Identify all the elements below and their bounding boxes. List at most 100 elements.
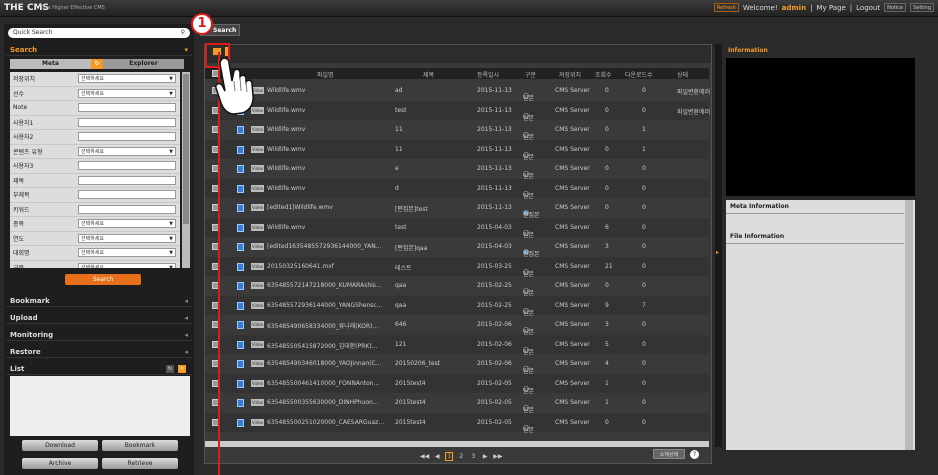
info-scrollbar[interactable] (905, 200, 913, 450)
setting-button[interactable]: Setting (910, 3, 934, 12)
info-icon[interactable] (237, 379, 244, 388)
list-delete-icon[interactable]: ✕ (178, 365, 186, 373)
table-row[interactable]: Video 635485572147218000_KUMARAshis… qaa 20… (205, 276, 709, 297)
last-page-button[interactable]: ▶▶ (493, 453, 502, 460)
field-input[interactable] (78, 161, 176, 171)
mypage-link[interactable]: My Page (816, 4, 845, 12)
bookmark-button[interactable]: Bookmark (102, 440, 178, 451)
page-1[interactable]: 1 (445, 452, 454, 461)
col-status[interactable]: 상태 (677, 70, 688, 79)
search-icon[interactable]: ⚲ (181, 28, 185, 38)
table-row[interactable]: Video Wildlife.wmv test 2015-04-03 원본 CMS Ser… (205, 217, 709, 239)
chevron-down-icon[interactable]: ▾ (184, 45, 188, 56)
prev-page-button[interactable]: ◀ (433, 453, 441, 460)
table-row[interactable]: Video Wildlife.wmv e 2015-11-13 원본 CMS Server… (205, 159, 709, 180)
list-box[interactable] (10, 376, 190, 436)
download-button[interactable]: Download (22, 440, 98, 451)
field-input[interactable] (78, 190, 176, 200)
info-icon[interactable] (237, 360, 244, 368)
table-row[interactable]: Video 20150325160641.mxf 테스트 2015-03-25 원본 CM… (205, 256, 709, 278)
cell-views: 1 (605, 399, 609, 406)
sidebar-item-monitoring[interactable]: Monitoring ◂ (6, 330, 192, 341)
info-icon[interactable] (237, 204, 244, 212)
first-page-button[interactable]: ◀◀ (420, 453, 429, 460)
file-info-header[interactable]: File Information (726, 230, 904, 244)
field-select[interactable]: 선택하세요 ▼ (78, 248, 176, 258)
field-input[interactable] (78, 117, 176, 127)
info-icon[interactable] (237, 321, 244, 329)
retrieve-button[interactable]: Retrieve (102, 458, 178, 469)
notice-button[interactable]: Notice (884, 3, 907, 12)
next-page-button[interactable]: ▶ (481, 453, 489, 460)
table-row[interactable]: Video Wildlife.wmv ad 2015-11-13 원본 CMS Serve… (205, 81, 710, 102)
table-row[interactable]: Video 635485572936144000_YANGShensc… qaa 20… (205, 295, 709, 317)
search-field-row: 키워드 (10, 203, 180, 217)
info-icon[interactable] (237, 165, 244, 173)
info-icon[interactable] (237, 243, 244, 251)
field-input[interactable] (78, 175, 176, 185)
status-button[interactable]: 소재상태 (653, 449, 685, 459)
search-button[interactable]: Search (65, 274, 141, 285)
field-select[interactable]: 선택하세요 ▼ (78, 88, 176, 98)
col-date[interactable]: 등록일시 (477, 70, 499, 79)
table-row[interactable]: Video 635485500355630000_DINHPhuon… 2015te… (205, 393, 709, 414)
col-views[interactable]: 조회수 (595, 70, 612, 79)
tab-explorer[interactable]: Explorer (103, 59, 184, 69)
info-icon[interactable] (237, 184, 244, 193)
welcome-text: Welcome! (742, 3, 778, 12)
table-row[interactable]: Video [edited1635485572936144000_YAN… [편집본… (205, 237, 709, 258)
quick-search-input[interactable]: Quick Search ⚲ (8, 28, 190, 38)
fields-scrollbar[interactable] (182, 72, 190, 268)
col-type[interactable]: 구분 (525, 70, 536, 79)
field-input[interactable] (78, 132, 176, 142)
refresh-icon[interactable]: ↻ (91, 59, 103, 69)
info-icon[interactable] (237, 282, 244, 290)
search-section-header[interactable]: Search ▾ (6, 45, 192, 56)
col-title[interactable]: 제목 (423, 70, 434, 79)
sidebar-item-restore[interactable]: Restore ◂ (6, 347, 192, 358)
logout-link[interactable]: Logout (856, 4, 880, 12)
table-row[interactable]: Video Wildlife.wmv test 2015-11-13 원본 CMS Ser… (205, 100, 710, 122)
table-row[interactable]: Video 635485500461410000_FONNAnton… 2015te… (205, 373, 709, 395)
table-row[interactable]: Video 635485505415872000_김대환(PRK)… 121 2015… (205, 334, 709, 356)
info-icon[interactable] (237, 145, 244, 154)
archive-button[interactable]: Archive (22, 458, 98, 469)
sidebar-item-upload[interactable]: Upload ◂ (6, 313, 192, 324)
info-icon[interactable] (237, 126, 244, 134)
field-input[interactable] (78, 103, 176, 113)
field-input[interactable] (78, 204, 176, 214)
info-icon[interactable] (237, 399, 244, 407)
info-icon[interactable] (237, 262, 244, 271)
table-row[interactable]: Video 635485490658334000_류나래(KOR)… 646 2015… (205, 315, 709, 336)
field-select[interactable]: 선택하세요 ▼ (78, 74, 176, 84)
table-row[interactable]: Video Wildlife.wmv d 2015-11-13 원본 CMS Server… (205, 178, 709, 200)
help-icon[interactable]: ? (690, 450, 699, 459)
info-icon[interactable] (237, 301, 244, 310)
panel-divider[interactable]: ▸ (715, 44, 722, 447)
search-field-row: 연도 선택하세요 ▼ (10, 232, 180, 246)
table-row[interactable]: Video [edited1]Wildlife.wmv [편집본]test 2015-… (205, 198, 709, 219)
table-row[interactable]: Video Wildlife.wmv 11 2015-11-13 원본 CMS Serve… (205, 139, 709, 161)
col-location[interactable]: 저장위치 (559, 70, 581, 79)
table-row[interactable]: Video 635485500251020000_CAESARGuaz… 2015t… (205, 412, 709, 434)
field-select[interactable]: 선택하세요 ▼ (78, 233, 176, 243)
page-2[interactable]: 2 (457, 453, 465, 460)
sidebar-item-bookmark[interactable]: Bookmark ◂ (6, 296, 192, 307)
col-downloads[interactable]: 다운로드수 (625, 70, 653, 79)
info-icon[interactable] (237, 223, 244, 232)
table-row[interactable]: Video Wildlife.wmv 11 2015-11-13 원본 CMS Serve… (205, 120, 709, 141)
meta-info-header[interactable]: Meta Information (726, 200, 904, 214)
page-3[interactable]: 3 (469, 453, 477, 460)
list-refresh-icon[interactable]: ↻ (166, 365, 174, 373)
table-row[interactable]: Video 635485490346018000_YAOJinnan(C… 2015… (205, 354, 709, 375)
info-icon[interactable] (237, 340, 244, 349)
col-filename[interactable]: 파일명 (317, 70, 334, 79)
field-select[interactable]: 선택하세요 ▼ (78, 262, 176, 268)
tab-meta[interactable]: Meta (10, 59, 91, 69)
chevron-right-icon[interactable]: ▸ (716, 249, 719, 256)
info-icon[interactable] (237, 418, 244, 427)
refresh-button[interactable]: Refresh (713, 3, 739, 12)
field-select[interactable]: 선택하세요 ▼ (78, 146, 176, 156)
horizontal-scrollbar[interactable] (205, 441, 709, 447)
field-select[interactable]: 선택하세요 ▼ (78, 219, 176, 229)
